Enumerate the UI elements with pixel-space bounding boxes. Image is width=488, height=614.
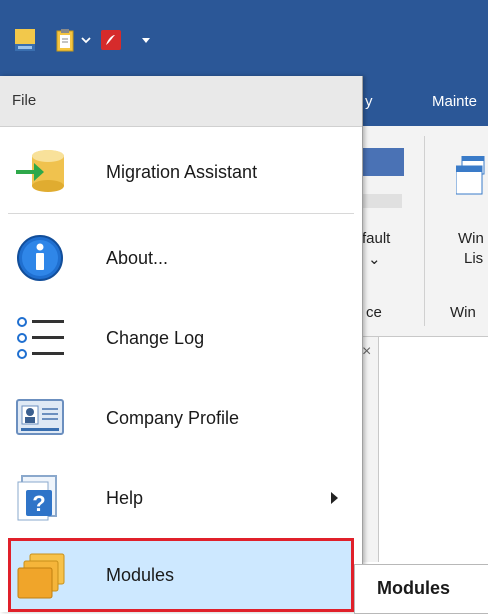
menu-item-label: Change Log	[106, 327, 205, 348]
svg-text:?: ?	[32, 491, 45, 516]
default-layout-button[interactable]: fault	[362, 230, 390, 247]
menu-item-about[interactable]: About...	[8, 222, 354, 294]
windows-list-button-line2[interactable]: Lis	[464, 250, 483, 267]
menu-item-label: About...	[106, 247, 169, 268]
file-menu: File Migration Assistant About... Change…	[0, 76, 363, 612]
layout-default-icon	[362, 148, 404, 176]
group-label-partial: ce	[366, 304, 382, 321]
modules-folders-icon	[16, 552, 65, 599]
customize-dropdown-icon[interactable]	[140, 28, 152, 52]
migration-database-icon	[16, 148, 64, 192]
menu-item-change-log[interactable]: Change Log	[8, 302, 354, 374]
file-menu-header: File	[0, 76, 362, 127]
tab-partial[interactable]: y	[365, 93, 373, 110]
submenu-arrow-icon	[331, 492, 338, 504]
id-card-icon	[16, 396, 64, 440]
list-icon	[16, 316, 64, 360]
chevron-down-icon[interactable]	[80, 28, 92, 52]
tab-maintenance[interactable]: Mainte	[432, 93, 477, 110]
layout-default-icon-base	[362, 194, 402, 208]
menu-item-modules[interactable]: Modules	[8, 538, 354, 612]
menu-item-help[interactable]: ? Help	[8, 462, 354, 534]
group-label-window: Win	[450, 304, 476, 321]
info-icon	[16, 234, 63, 281]
pdf-icon[interactable]	[100, 28, 122, 52]
default-layout-dropdown[interactable]: ⌄	[368, 250, 381, 268]
menu-item-migration-assistant[interactable]: Migration Assistant	[8, 136, 354, 208]
app-icon[interactable]	[14, 28, 36, 52]
help-book-icon: ?	[16, 474, 60, 521]
menu-item-label: Migration Assistant	[106, 161, 258, 182]
windows-list-button[interactable]: Win	[458, 230, 484, 247]
menu-item-label: Company Profile	[106, 407, 240, 428]
clipboard-icon[interactable]	[56, 28, 74, 52]
group-separator	[424, 136, 425, 326]
windows-list-icon	[455, 155, 488, 201]
modules-submenu: Modules	[354, 564, 488, 614]
side-panel: ×	[362, 337, 379, 562]
menu-separator	[8, 213, 354, 214]
menu-item-company-profile[interactable]: Company Profile	[8, 382, 354, 454]
quick-access-toolbar	[0, 0, 488, 76]
menu-item-label: Help	[106, 487, 144, 508]
panel-close-icon[interactable]: ×	[362, 343, 371, 361]
file-menu-title: File	[12, 92, 37, 109]
menu-item-label: Modules	[106, 564, 175, 585]
submenu-item-modules[interactable]: Modules	[377, 578, 450, 599]
